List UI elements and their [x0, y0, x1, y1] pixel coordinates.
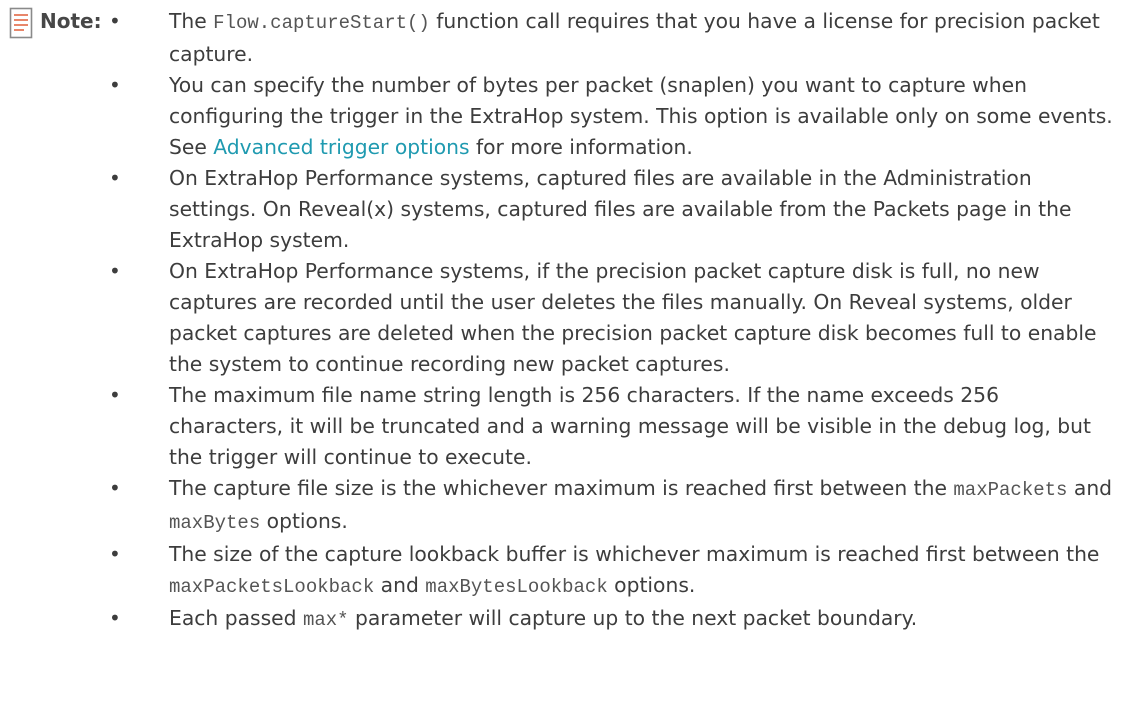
- note-callout: Note: • The Flow.captureStart() function …: [9, 6, 1119, 636]
- note-list-item: • You can specify the number of bytes per…: [104, 70, 1119, 163]
- inline-code: Flow.captureStart(): [213, 12, 430, 34]
- inline-code: maxBytesLookback: [425, 576, 608, 598]
- bullet-icon: •: [109, 542, 121, 566]
- advanced-trigger-options-link[interactable]: Advanced trigger options: [213, 135, 469, 159]
- inline-code: max*: [302, 609, 349, 631]
- note-list-item: • On ExtraHop Performance systems, captur…: [104, 163, 1119, 256]
- note-list-item: • The Flow.captureStart() function call r…: [104, 6, 1119, 70]
- note-text: options.: [260, 509, 348, 533]
- note-list-item: • On ExtraHop Performance systems, if the…: [104, 256, 1119, 380]
- note-icon: [9, 6, 33, 43]
- note-list-item: • The capture file size is the whichever …: [104, 473, 1119, 539]
- note-label: Note:: [40, 9, 102, 33]
- note-list-item: • The maximum file name string length is …: [104, 380, 1119, 473]
- note-text: parameter will capture up to the next pa…: [348, 606, 918, 630]
- bullet-icon: •: [109, 9, 121, 33]
- note-text: On ExtraHop Performance systems, capture…: [169, 166, 1072, 252]
- note-text: The: [169, 9, 214, 33]
- bullet-icon: •: [109, 73, 121, 97]
- note-list: • The Flow.captureStart() function call r…: [104, 6, 1119, 636]
- note-text: The capture file size is the whichever m…: [169, 476, 954, 500]
- inline-code: maxBytes: [169, 512, 261, 534]
- note-text: The size of the capture lookback buffer …: [169, 542, 1100, 566]
- note-text: for more information.: [469, 135, 693, 159]
- bullet-icon: •: [109, 606, 121, 630]
- inline-code: maxPacketsLookback: [169, 576, 375, 598]
- note-list-item: • The size of the capture lookback buffer…: [104, 539, 1119, 603]
- note-text: The maximum file name string length is 2…: [169, 383, 1091, 469]
- bullet-icon: •: [109, 166, 121, 190]
- inline-code: maxPackets: [953, 479, 1068, 501]
- note-text: and: [1067, 476, 1113, 500]
- note-text: Each passed: [169, 606, 303, 630]
- bullet-icon: •: [109, 476, 121, 500]
- note-text: options.: [607, 573, 696, 597]
- note-text: On ExtraHop Performance systems, if the …: [169, 259, 1097, 376]
- bullet-icon: •: [109, 259, 121, 283]
- note-list-item: • Each passed max* parameter will capture…: [104, 603, 1119, 636]
- bullet-icon: •: [109, 383, 121, 407]
- note-text: and: [374, 573, 426, 597]
